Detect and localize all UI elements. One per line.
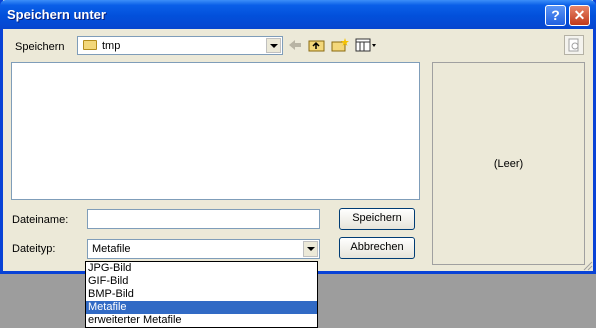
filetype-option-metafile[interactable]: Metafile [86, 301, 317, 314]
filetype-option-bmp[interactable]: BMP-Bild [86, 288, 317, 301]
filetype-option-gif[interactable]: GIF-Bild [86, 275, 317, 288]
dialog-title: Speichern unter [7, 7, 106, 22]
cancel-button[interactable]: Abbrechen [339, 237, 415, 259]
location-combobox[interactable]: tmp [77, 36, 283, 55]
close-button[interactable]: ✕ [569, 5, 590, 26]
file-list[interactable] [11, 62, 420, 200]
filetype-dropdown-list[interactable]: JPG-Bild GIF-Bild BMP-Bild Metafile erwe… [85, 261, 318, 328]
save-as-dialog: Speichern unter ? ✕ Speichern tmp (Leer)… [0, 0, 596, 274]
filetype-option-jpg[interactable]: JPG-Bild [86, 262, 317, 275]
preview-empty-text: (Leer) [493, 158, 524, 170]
title-bar[interactable]: Speichern unter ? ✕ [0, 0, 596, 29]
preview-toggle-icon[interactable] [564, 35, 584, 55]
folder-up-icon[interactable] [308, 37, 326, 53]
filetype-label: Dateityp: [12, 243, 56, 255]
view-menu-icon[interactable] [355, 37, 377, 53]
chevron-down-icon[interactable] [266, 38, 281, 53]
save-button[interactable]: Speichern [339, 208, 415, 230]
left-arrow-icon[interactable] [286, 37, 304, 53]
preview-pane: (Leer) [432, 62, 585, 265]
filename-field[interactable] [87, 209, 320, 229]
filename-label: Dateiname: [12, 214, 69, 226]
filetype-option-emf[interactable]: erweiterter Metafile [86, 314, 317, 327]
resize-grip[interactable] [581, 259, 593, 271]
filetype-value: Metafile [92, 243, 131, 255]
filetype-select[interactable]: Metafile [87, 239, 320, 259]
chevron-down-icon[interactable] [303, 241, 318, 257]
folder-icon [83, 40, 97, 50]
new-folder-icon[interactable] [331, 37, 349, 53]
location-label: Speichern [15, 41, 65, 53]
location-value: tmp [102, 40, 121, 52]
help-button[interactable]: ? [545, 5, 566, 26]
